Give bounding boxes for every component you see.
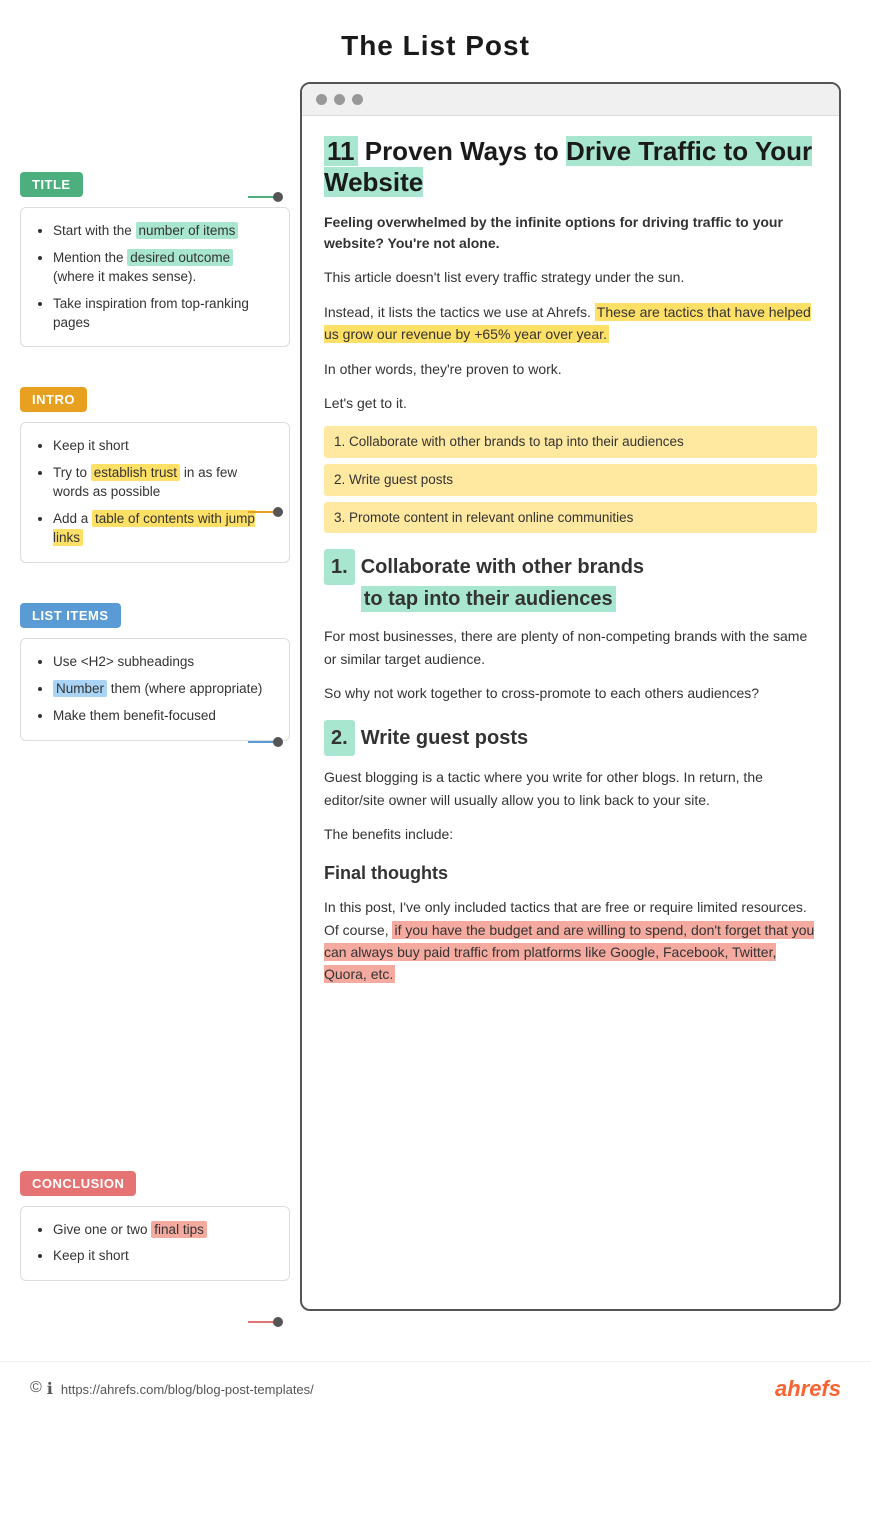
title-label: TITLE: [20, 172, 83, 197]
toc-item-2: 2. Write guest posts: [324, 464, 817, 496]
footer-icons: © ℹ: [30, 1379, 53, 1399]
conclusion-item-2: Keep it short: [53, 1247, 273, 1266]
list-item-1: Use <H2> subheadings: [53, 653, 273, 672]
sidebar-section-intro: INTRO Keep it short Try to establish tru…: [20, 387, 290, 562]
cc-icon: ©: [30, 1379, 42, 1399]
browser-content: 11 Proven Ways to Drive Traffic to Your …: [302, 116, 839, 1018]
title-item-1: Start with the number of items: [53, 222, 273, 241]
toc-list: 1. Collaborate with other brands to tap …: [324, 426, 817, 533]
title-number: 11: [324, 136, 358, 166]
toc-item-3: 3. Promote content in relevant online co…: [324, 502, 817, 534]
focused-text: focused: [169, 708, 216, 723]
list-items-box: Use <H2> subheadings Number them (where …: [20, 638, 290, 741]
title-part1: Proven Ways to: [358, 136, 567, 166]
footer-brand: ahrefs: [775, 1376, 841, 1402]
para1: This article doesn't list every traffic …: [324, 266, 817, 288]
conclusion-box: Give one or two final tips Keep it short: [20, 1206, 290, 1282]
title-item-3: Take inspiration from top-ranking pages: [53, 295, 273, 333]
final-tips-highlight: final tips: [151, 1221, 207, 1238]
desired-outcome-highlight: desired outcome: [127, 249, 233, 266]
section2-para1: Guest blogging is a tactic where you wri…: [324, 766, 817, 811]
list-items-label: LIST ITEMS: [20, 603, 121, 628]
list-item-3: Make them benefit-focused: [53, 707, 273, 726]
section1-title-hl: to tap into their audiences: [361, 586, 616, 612]
conclusion-label: CONCLUSION: [20, 1171, 136, 1196]
intro-item-1: Keep it short: [53, 437, 273, 456]
info-icon: ℹ: [47, 1379, 53, 1399]
footer-left: © ℹ https://ahrefs.com/blog/blog-post-te…: [30, 1379, 314, 1399]
section1-title: Collaborate with other brands to tap int…: [361, 551, 644, 615]
browser-bar: [302, 84, 839, 116]
title-item-2: Mention the desired outcome (where it ma…: [53, 249, 273, 287]
section1-para2: So why not work together to cross-promot…: [324, 682, 817, 704]
number-highlight: Number: [53, 680, 107, 697]
post-title: 11 Proven Ways to Drive Traffic to Your …: [324, 136, 817, 198]
para4: Let's get to it.: [324, 392, 817, 414]
conclusion-item-1: Give one or two final tips: [53, 1221, 273, 1240]
footer-url: https://ahrefs.com/blog/blog-post-templa…: [61, 1382, 314, 1397]
para2-pre: Instead, it lists the tactics we use at …: [324, 304, 595, 320]
sidebar: TITLE Start with the number of items Men…: [20, 82, 290, 1311]
conclusion-para: In this post, I've only included tactics…: [324, 896, 817, 986]
section2-para2: The benefits include:: [324, 823, 817, 845]
intro-bold: Feeling overwhelmed by the infinite opti…: [324, 212, 817, 254]
intro-item-3: Add a table of contents with jump links: [53, 510, 273, 548]
list-item-2: Number them (where appropriate): [53, 680, 273, 699]
browser-window: 11 Proven Ways to Drive Traffic to Your …: [300, 82, 841, 1311]
page-title: The List Post: [0, 0, 871, 82]
intro-box: Keep it short Try to establish trust in …: [20, 422, 290, 562]
toc-item-1: 1. Collaborate with other brands to tap …: [324, 426, 817, 458]
section2-heading: 2. Write guest posts: [324, 720, 817, 756]
section1-heading: 1. Collaborate with other brands to tap …: [324, 549, 817, 615]
sidebar-section-title: TITLE Start with the number of items Men…: [20, 172, 290, 347]
section2-title: Write guest posts: [361, 722, 528, 754]
para3: In other words, they're proven to work.: [324, 358, 817, 380]
section1-para1: For most businesses, there are plenty of…: [324, 625, 817, 670]
section2-num: 2.: [324, 720, 355, 756]
section1-num: 1.: [324, 549, 355, 585]
sidebar-section-conclusion: CONCLUSION Give one or two final tips Ke…: [20, 1171, 290, 1282]
title-box: Start with the number of items Mention t…: [20, 207, 290, 347]
conclusion-highlight: if you have the budget and are willing t…: [324, 921, 814, 984]
browser-dot-3: [352, 94, 363, 105]
final-heading: Final thoughts: [324, 859, 817, 888]
para2: Instead, it lists the tactics we use at …: [324, 301, 817, 346]
browser-dot-1: [316, 94, 327, 105]
toc-highlight: table of contents with jump links: [53, 510, 255, 546]
intro-label: INTRO: [20, 387, 87, 412]
sidebar-section-list-items: LIST ITEMS Use <H2> subheadings Number t…: [20, 603, 290, 741]
intro-item-2: Try to establish trust in as few words a…: [53, 464, 273, 502]
footer: © ℹ https://ahrefs.com/blog/blog-post-te…: [0, 1361, 871, 1416]
browser-dot-2: [334, 94, 345, 105]
establish-trust-highlight: establish trust: [91, 464, 180, 481]
number-of-items-highlight: number of items: [136, 222, 239, 239]
